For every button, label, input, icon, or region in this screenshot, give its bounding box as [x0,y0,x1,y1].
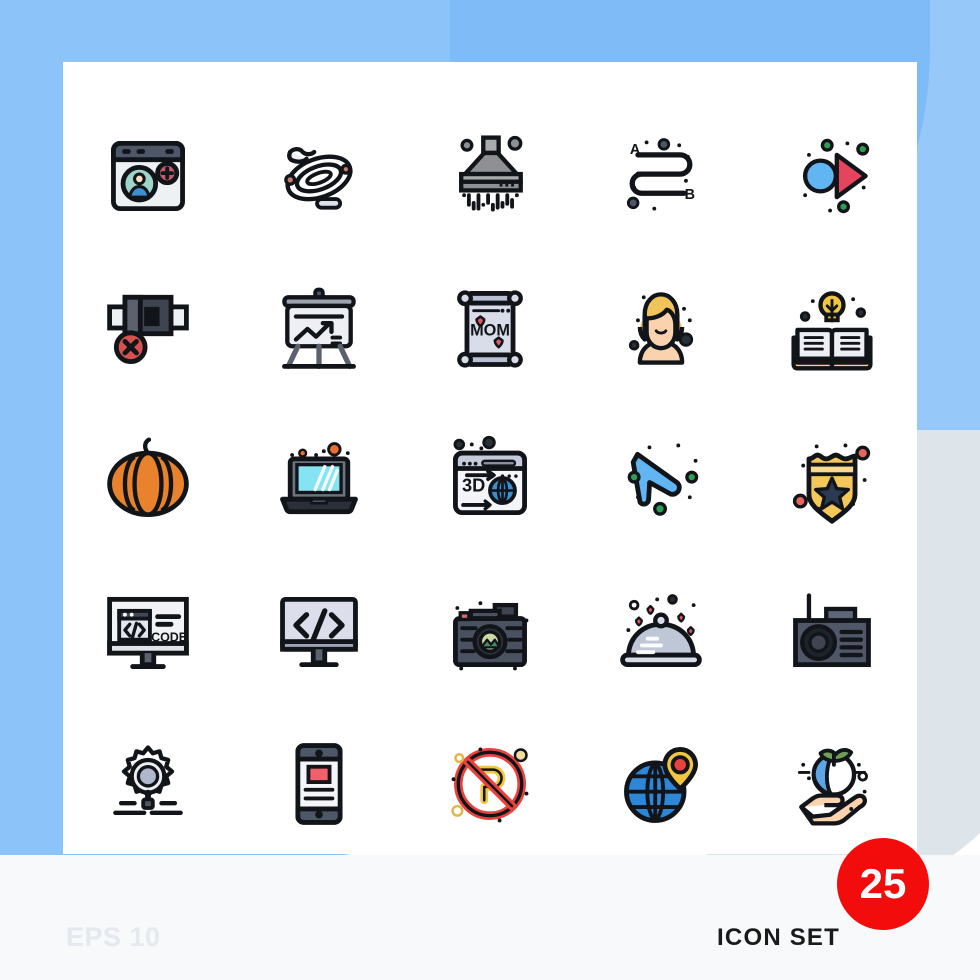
icon-cell-21[interactable] [63,708,234,860]
icon-cell-7[interactable] [234,252,405,404]
monitor-code-label: CODE [151,631,187,645]
eps-version-label: EPS 10 [66,922,161,952]
background-footer-strip [0,855,980,980]
icon-cell-2[interactable] [234,100,405,252]
icon-cell-9[interactable] [575,252,746,404]
icon-cell-14[interactable] [575,404,746,556]
icon-cell-15[interactable] [746,404,917,556]
search-settings-icon[interactable] [100,736,196,832]
icon-cell-4[interactable]: A B [575,100,746,252]
police-badge-icon[interactable] [784,432,880,528]
icon-cell-6[interactable] [63,252,234,404]
icon-cell-19[interactable] [575,556,746,708]
3d-web-browser-icon[interactable]: 3D [442,432,538,528]
icon-cell-1[interactable] [63,100,234,252]
laptop-icon[interactable] [271,432,367,528]
mobile-content-icon[interactable] [271,736,367,832]
icon-cell-17[interactable] [234,556,405,708]
icon-cell-20[interactable] [746,556,917,708]
icon-grid: A B MOM 3D CODE [63,100,917,860]
no-camera-icon[interactable] [100,280,196,376]
garden-hose-icon[interactable] [271,128,367,224]
icon-cell-23[interactable] [405,708,576,860]
presentation-chart-icon[interactable] [271,280,367,376]
shower-head-icon[interactable] [442,128,538,224]
icon-cell-13[interactable]: 3D [405,404,576,556]
icon-cell-18[interactable] [405,556,576,708]
browser-3d-label: 3D [462,475,485,496]
icon-cell-5[interactable] [746,100,917,252]
icon-count-badge: 25 [837,838,929,930]
route-a-to-b-icon[interactable]: A B [613,128,709,224]
icon-cell-22[interactable] [234,708,405,860]
icon-cell-3[interactable] [405,100,576,252]
route-label-a: A [630,142,641,158]
book-idea-icon[interactable] [784,280,880,376]
radio-icon[interactable] [784,584,880,680]
food-cloche-icon[interactable] [613,584,709,680]
icon-cell-10[interactable] [746,252,917,404]
icon-cell-16[interactable]: CODE [63,556,234,708]
woman-avatar-icon[interactable] [613,280,709,376]
route-label-b: B [684,187,694,203]
icon-cell-8[interactable]: MOM [405,252,576,404]
eco-hand-plant-icon[interactable] [784,736,880,832]
scroll-word: MOM [470,322,510,340]
icon-cell-25[interactable] [746,708,917,860]
icon-cell-24[interactable] [575,708,746,860]
icon-count-value: 25 [859,860,907,907]
code-monitor-icon[interactable]: CODE [100,584,196,680]
globe-location-icon[interactable] [613,736,709,832]
code-screen-icon[interactable] [271,584,367,680]
add-user-browser-icon[interactable] [100,128,196,224]
media-play-icon[interactable] [784,128,880,224]
icon-set-poster: A B MOM 3D CODE EPS 10 ICON SET 25 [0,0,980,980]
icon-cell-12[interactable] [234,404,405,556]
icon-set-label: ICON SET [717,924,840,951]
icon-cell-11[interactable] [63,404,234,556]
no-parking-icon[interactable] [442,736,538,832]
mom-scroll-icon[interactable]: MOM [442,280,538,376]
cursor-arrow-icon[interactable] [613,432,709,528]
photo-camera-icon[interactable] [442,584,538,680]
pumpkin-icon[interactable] [100,432,196,528]
